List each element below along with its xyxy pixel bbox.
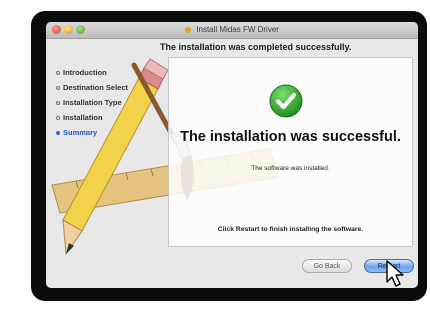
step-installation: Installation (56, 112, 128, 123)
step-destination-select: Destination Select (56, 82, 128, 93)
step-label: Introduction (63, 68, 107, 77)
step-bullet-icon (56, 115, 60, 120)
summary-panel: The installation was successful. The sof… (168, 57, 413, 247)
step-introduction: Introduction (56, 67, 128, 78)
restart-instruction: Click Restart to finish installing the s… (217, 226, 364, 233)
step-bullet-icon (56, 100, 60, 105)
mouse-pointer-icon (386, 260, 404, 287)
step-label: Summary (63, 128, 98, 137)
installed-message: The software was installed. (251, 165, 330, 172)
step-bullet-icon (56, 70, 60, 75)
step-summary: Summary (56, 127, 128, 138)
step-label: Destination Select (63, 83, 129, 92)
step-header: The installation was completed successfu… (160, 42, 352, 52)
success-message: The installation was successful. (180, 129, 401, 145)
step-label: Installation (63, 113, 103, 122)
step-bullet-icon (56, 130, 60, 135)
step-installation-type: Installation Type (56, 97, 128, 108)
go-back-button[interactable]: Go Back (302, 259, 352, 273)
installer-window: Install Midas FW Driver The installation… (46, 22, 418, 288)
step-label: Installation Type (63, 98, 122, 107)
checkmark-icon (269, 84, 303, 118)
step-bullet-icon (56, 85, 60, 90)
installer-steps-list: Introduction Destination Select Installa… (56, 67, 128, 142)
